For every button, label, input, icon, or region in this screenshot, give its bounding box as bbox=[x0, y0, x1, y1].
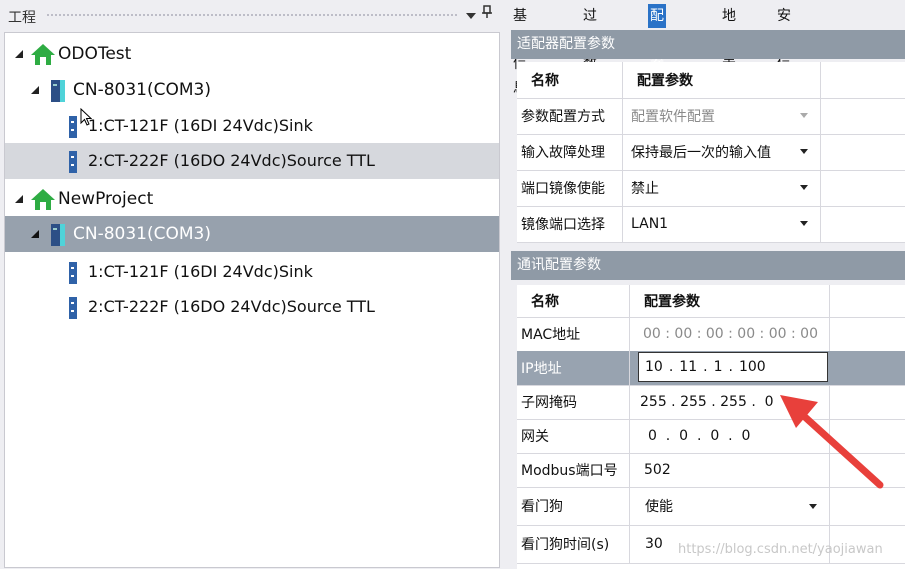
tree-node-label: ODOTest bbox=[58, 44, 132, 64]
tab-address-table[interactable]: 地址表 bbox=[720, 4, 738, 72]
param-name: 镜像端口选择 bbox=[517, 206, 623, 242]
param-name: 输入故障处理 bbox=[517, 134, 623, 170]
param-row-gateway: 网关 0 . 0 . 0 . 0 bbox=[517, 419, 905, 454]
column-header-name: 名称 bbox=[517, 285, 630, 317]
tree-node-label: 1:CT-121F (16DI 24Vdc)Sink bbox=[88, 116, 313, 135]
tree-node-label: CN-8031(COM3) bbox=[73, 80, 211, 100]
tree-node-label: 1:CT-121F (16DI 24Vdc)Sink bbox=[88, 262, 313, 281]
watchdog-select[interactable]: 使能 bbox=[630, 487, 830, 525]
param-row-input-fault: 输入故障处理 保持最后一次的输入值 bbox=[517, 134, 905, 171]
ip-dot: . bbox=[668, 359, 674, 375]
param-row-watchdog: 看门狗 使能 bbox=[517, 487, 905, 526]
grid-header-row: 名称 配置参数 bbox=[517, 285, 905, 318]
config-mode-select[interactable]: 配置软件配置 bbox=[623, 98, 821, 134]
tab-basic-info[interactable]: 基本信息 bbox=[511, 4, 529, 96]
adapter-config-section-header[interactable]: 适配器配置参数 bbox=[511, 30, 905, 59]
ip-octet-4[interactable]: 100 bbox=[739, 359, 766, 375]
column-header-param: 配置参数 bbox=[623, 62, 821, 98]
param-row-port-mirror: 端口镜像使能 禁止 bbox=[517, 170, 905, 207]
chevron-down-icon[interactable] bbox=[800, 221, 808, 226]
tree-node-adapter-selected[interactable]: CN-8031(COM3) bbox=[5, 216, 499, 252]
watermark-text: https://blog.csdn.net/yaojiawan bbox=[678, 542, 883, 557]
param-row-config-mode: 参数配置方式 配置软件配置 bbox=[517, 98, 905, 135]
module-icon bbox=[69, 116, 77, 138]
grid-header-row: 名称 配置参数 bbox=[517, 62, 905, 99]
comm-config-grid: 名称 配置参数 MAC地址 00 : 00 : 00 : 00 : 00 : 0… bbox=[517, 285, 905, 569]
ip-octet-3[interactable]: 1 bbox=[714, 359, 723, 375]
tree-node-odotest[interactable]: ODOTest bbox=[5, 36, 499, 72]
gateway-input[interactable]: 0 . 0 . 0 . 0 bbox=[630, 419, 830, 453]
ip-octet-1[interactable]: 10 bbox=[645, 359, 663, 375]
param-name: 看门狗 bbox=[517, 487, 630, 525]
tree-node-module-selected[interactable]: 2:CT-222F (16DO 24Vdc)Source TTL bbox=[5, 143, 499, 179]
param-row-ip: IP地址 10. 11. 1. 100 bbox=[517, 351, 905, 386]
adapter-icon bbox=[51, 80, 65, 102]
expand-toggle-icon[interactable] bbox=[31, 230, 39, 238]
mac-address-value: 00 : 00 : 00 : 00 : 00 : 00 bbox=[630, 317, 830, 351]
param-name: 网关 bbox=[517, 419, 630, 453]
tree-node-module[interactable]: 1:CT-121F (16DI 24Vdc)Sink bbox=[5, 254, 499, 290]
tab-process-data[interactable]: 过程数据 bbox=[581, 4, 599, 96]
adapter-icon bbox=[51, 224, 65, 246]
project-tree: ODOTest CN-8031(COM3) 1:CT-121F (16DI 24… bbox=[4, 32, 500, 568]
param-name: 看门狗时间(s) bbox=[517, 525, 630, 563]
column-header-param: 配置参数 bbox=[630, 285, 830, 317]
param-row-mac: MAC地址 00 : 00 : 00 : 00 : 00 : 00 bbox=[517, 317, 905, 352]
mouse-cursor-icon bbox=[80, 107, 93, 131]
tree-node-label: 2:CT-222F (16DO 24Vdc)Source TTL bbox=[88, 151, 375, 170]
house-icon bbox=[31, 44, 55, 66]
chevron-down-icon[interactable] bbox=[809, 504, 817, 509]
adapter-config-grid: 名称 配置参数 参数配置方式 配置软件配置 输入故障处理 保持最后一次的输入值 … bbox=[517, 62, 905, 243]
chevron-down-icon[interactable] bbox=[800, 149, 808, 154]
ip-dot: . bbox=[728, 359, 733, 375]
project-panel: 工程 ODOTest CN-8031(COM3) 1:CT-121F (16DI… bbox=[0, 0, 507, 569]
param-row-modbus-port: Modbus端口号 502 bbox=[517, 453, 905, 488]
project-panel-titlebar: 工程 bbox=[0, 0, 507, 32]
house-icon bbox=[31, 189, 55, 211]
tree-node-label: 2:CT-222F (16DO 24Vdc)Source TTL bbox=[88, 297, 375, 316]
ip-dot: . bbox=[703, 359, 708, 375]
tab-install-info[interactable]: 安装信息 bbox=[775, 4, 793, 96]
ip-address-input[interactable]: 10. 11. 1. 100 bbox=[638, 352, 828, 382]
module-icon bbox=[69, 297, 77, 319]
expand-toggle-icon[interactable] bbox=[31, 86, 39, 94]
param-row-subnet-mask: 子网掩码 255 . 255 . 255 . 0 bbox=[517, 385, 905, 420]
param-name: 子网掩码 bbox=[517, 385, 630, 419]
modbus-port-input[interactable]: 502 bbox=[630, 453, 830, 487]
properties-panel: 基本信息 过程数据 配置参数 地址表 安装信息 适配器配置参数 名称 配置参数 … bbox=[509, 0, 905, 569]
tab-config-params[interactable]: 配置参数 bbox=[648, 4, 666, 96]
param-name: IP地址 bbox=[517, 351, 630, 385]
project-panel-title: 工程 bbox=[8, 10, 36, 26]
param-name: 参数配置方式 bbox=[517, 98, 623, 134]
expand-toggle-icon[interactable] bbox=[15, 195, 23, 203]
drag-grip[interactable] bbox=[46, 13, 457, 18]
subnet-mask-input[interactable]: 255 . 255 . 255 . 0 bbox=[630, 385, 830, 419]
comm-config-section-header[interactable]: 通讯配置参数 bbox=[511, 251, 905, 280]
module-icon bbox=[69, 262, 77, 284]
param-name: MAC地址 bbox=[517, 317, 630, 351]
column-header-name: 名称 bbox=[517, 62, 623, 98]
tree-node-adapter[interactable]: CN-8031(COM3) bbox=[5, 72, 499, 108]
chevron-down-icon[interactable] bbox=[800, 113, 808, 118]
param-row-mirror-port: 镜像端口选择 LAN1 bbox=[517, 206, 905, 243]
chevron-down-icon[interactable] bbox=[800, 185, 808, 190]
param-name: 端口镜像使能 bbox=[517, 170, 623, 206]
tree-node-label: CN-8031(COM3) bbox=[73, 224, 211, 244]
panel-menu-dropdown-icon[interactable] bbox=[466, 13, 476, 19]
mirror-port-select[interactable]: LAN1 bbox=[623, 206, 821, 242]
tree-node-module[interactable]: 2:CT-222F (16DO 24Vdc)Source TTL bbox=[5, 289, 499, 325]
tree-node-label: NewProject bbox=[58, 189, 154, 209]
tree-node-newproject[interactable]: NewProject bbox=[5, 181, 499, 217]
ip-octet-2[interactable]: 11 bbox=[679, 359, 697, 375]
pin-icon[interactable] bbox=[481, 5, 493, 23]
expand-toggle-icon[interactable] bbox=[15, 50, 23, 58]
port-mirror-select[interactable]: 禁止 bbox=[623, 170, 821, 206]
input-fault-select[interactable]: 保持最后一次的输入值 bbox=[623, 134, 821, 170]
param-name: Modbus端口号 bbox=[517, 453, 630, 487]
module-icon bbox=[69, 151, 77, 173]
